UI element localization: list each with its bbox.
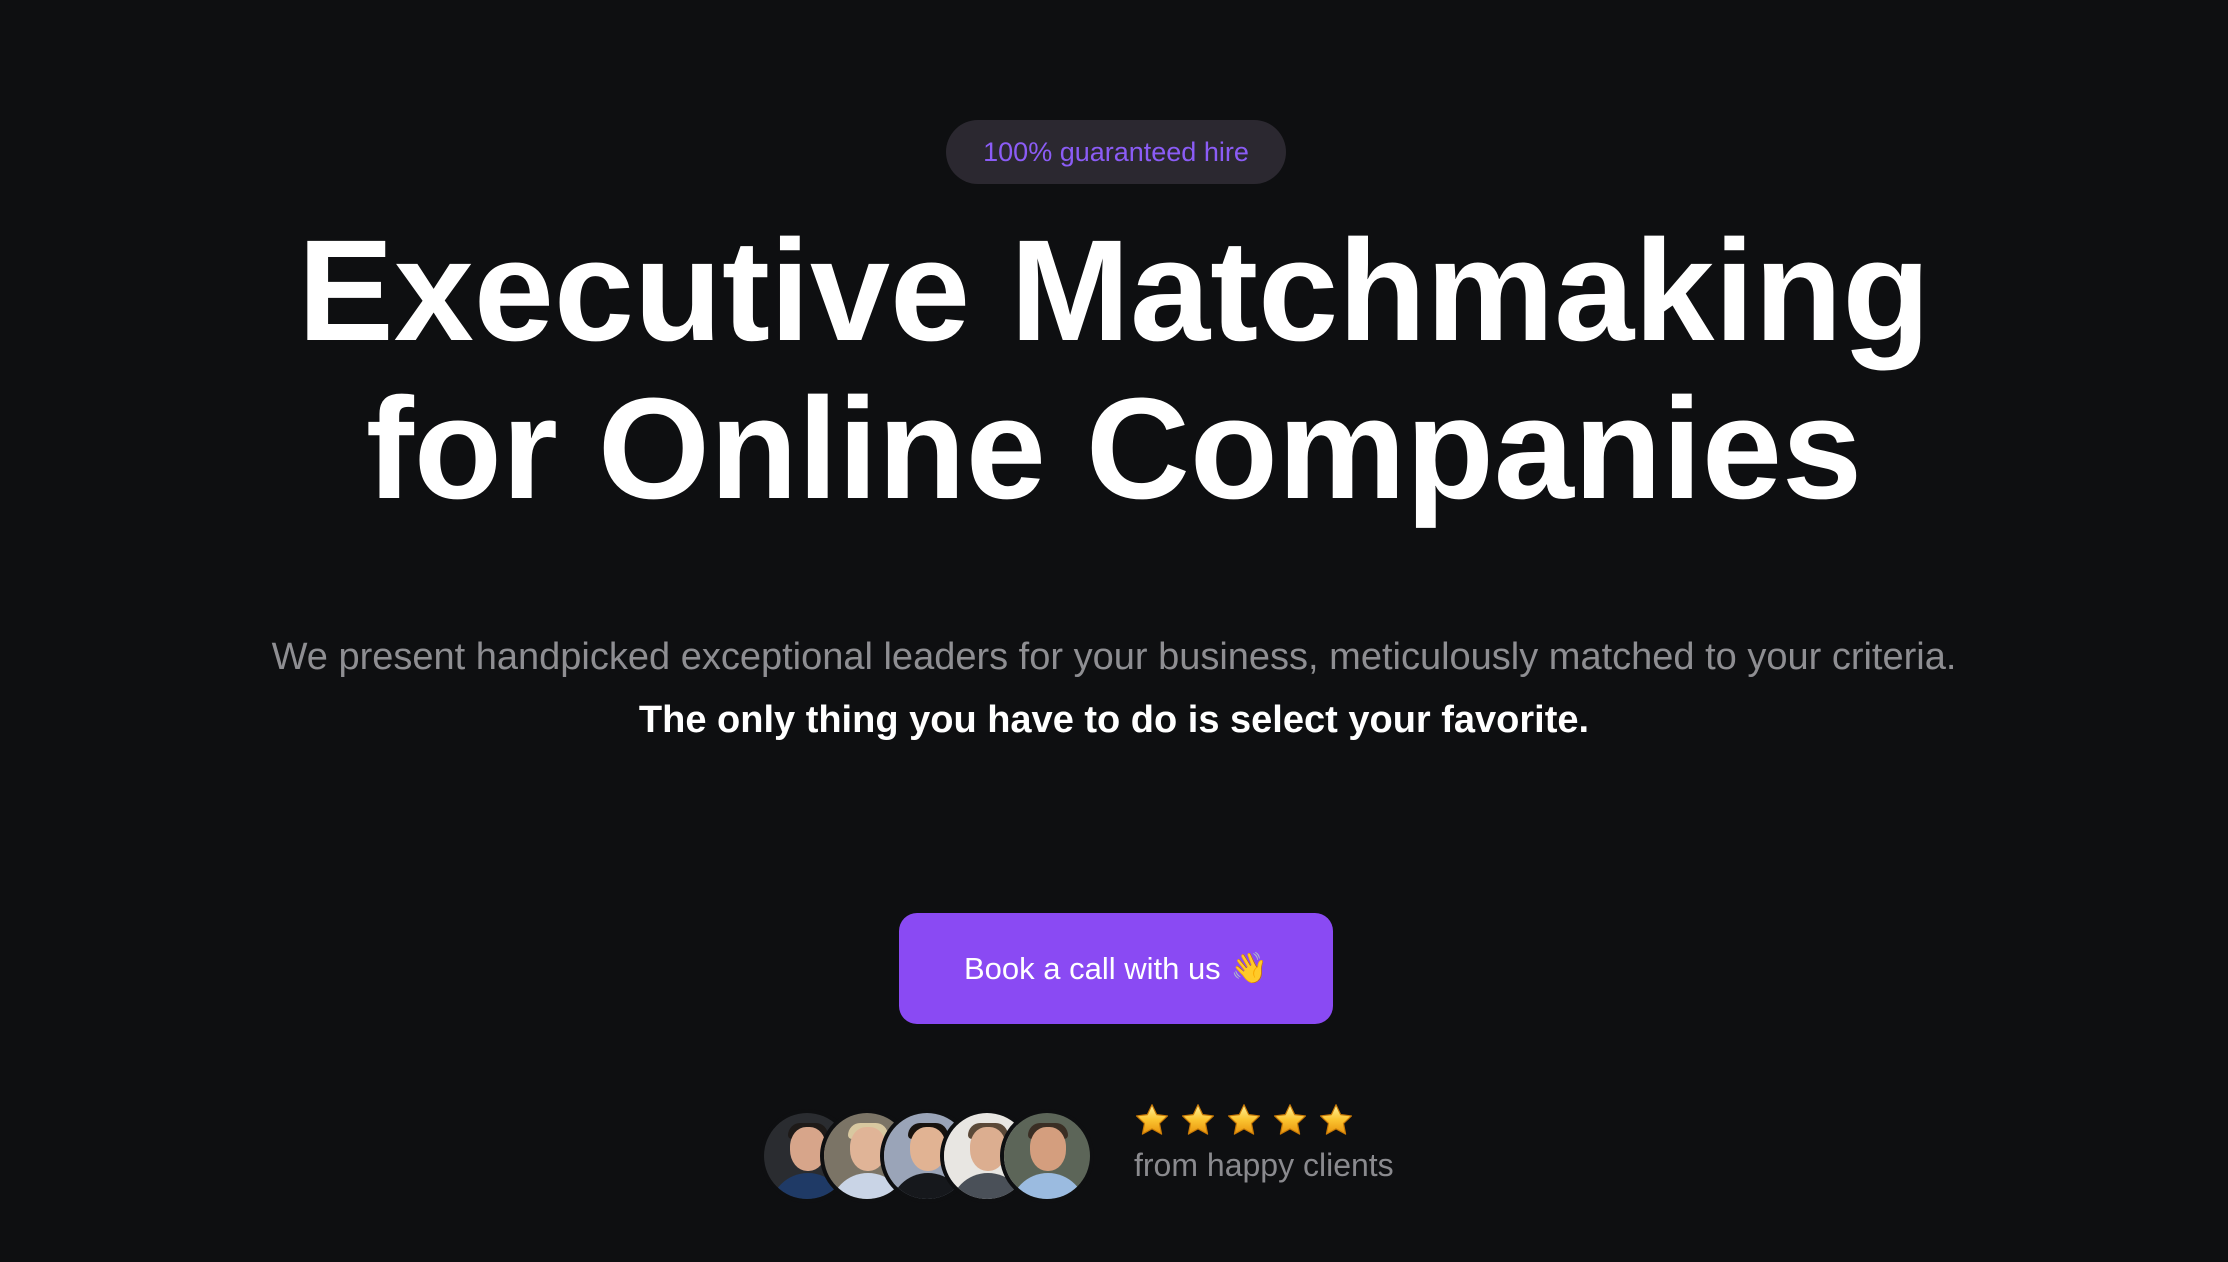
star-icon — [1181, 1104, 1215, 1135]
hero-title: Executive Matchmaking for Online Compani… — [0, 212, 2228, 528]
guarantee-badge: 100% guaranteed hire — [946, 120, 1286, 184]
subtitle-bold: The only thing you have to do is select … — [638, 699, 1590, 741]
star-icon — [1227, 1104, 1261, 1135]
rating-stars — [1134, 1100, 1394, 1140]
hero-subtitle: We present handpicked exceptional leader… — [250, 626, 1978, 752]
star-icon — [1273, 1104, 1307, 1135]
rating-block: from happy clients — [1134, 1100, 1394, 1184]
waving-hand-icon: 👋 — [1230, 952, 1269, 985]
subtitle-regular: We present handpicked exceptional leader… — [271, 636, 1957, 678]
avatar — [1000, 1109, 1094, 1203]
hero-title-line-1: Executive Matchmaking — [297, 210, 1931, 371]
book-call-label: Book a call with us — [963, 950, 1221, 986]
star-icon — [1319, 1104, 1353, 1135]
hero-title-line-2: for Online Companies — [365, 368, 1863, 529]
rating-caption: from happy clients — [1134, 1147, 1394, 1183]
book-call-button[interactable]: Book a call with us 👋 — [899, 913, 1333, 1024]
star-icon — [1135, 1104, 1169, 1135]
client-avatars — [760, 1109, 1100, 1203]
